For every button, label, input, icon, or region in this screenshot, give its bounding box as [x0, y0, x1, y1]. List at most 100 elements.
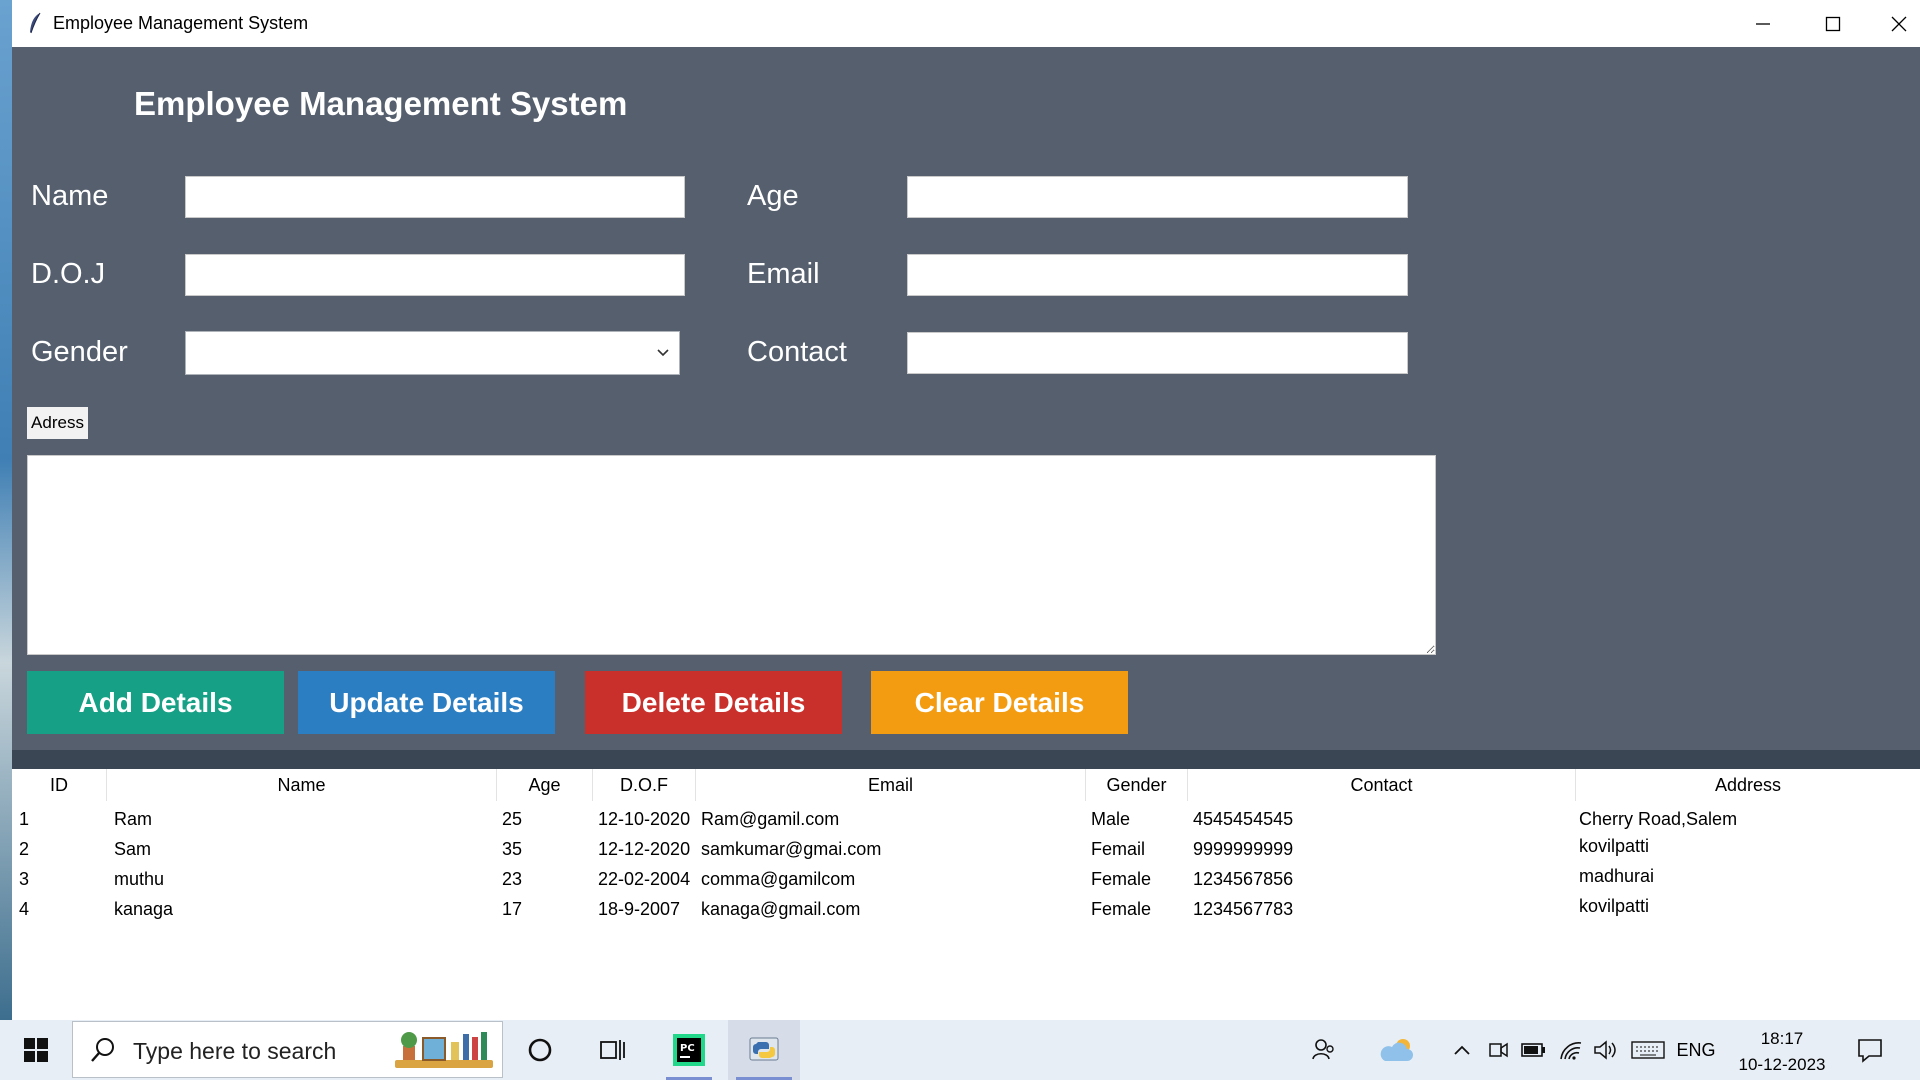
page-title: Employee Management System [134, 85, 628, 122]
close-icon [1891, 16, 1907, 31]
task-view-icon [600, 1040, 625, 1060]
gender-dropdown[interactable] [185, 331, 680, 375]
cell-age: 23 [502, 868, 523, 889]
clear-details-button[interactable]: Clear Details [871, 671, 1128, 734]
table-row[interactable]: 2 Sam 35 12-12-2020 samkumar@gmai.com Fe… [12, 834, 1920, 864]
add-details-button[interactable]: Add Details [27, 671, 284, 734]
taskbar: Type here to search PC ENG 18:17 10-12-2… [0, 1020, 1920, 1080]
maximize-button[interactable] [1798, 0, 1868, 47]
column-header-age[interactable]: Age [497, 769, 593, 801]
people-icon [1312, 1039, 1334, 1060]
cell-gender: Female [1091, 868, 1152, 889]
cell-email: kanaga@gmail.com [701, 898, 861, 919]
close-button[interactable] [1864, 0, 1920, 47]
cell-age: 25 [502, 808, 523, 829]
age-label: Age [747, 180, 799, 212]
divider [12, 750, 1920, 769]
wifi-icon [1560, 1042, 1582, 1060]
show-hidden-icons-button[interactable] [1448, 1020, 1476, 1080]
search-icon [91, 1038, 114, 1062]
table-row[interactable]: 3 muthu 23 22-02-2004 comma@gamilcom Fem… [12, 864, 1920, 894]
network-button[interactable] [1556, 1020, 1586, 1080]
cell-dof: 18-9-2007 [598, 898, 681, 919]
gender-label: Gender [31, 336, 128, 368]
employee-table[interactable]: ID Name Age D.O.F Email Gender Contact A… [12, 769, 1920, 1020]
touch-keyboard-button[interactable] [1628, 1020, 1668, 1080]
input-language[interactable]: ENG [1674, 1020, 1718, 1080]
cell-contact: 1234567783 [1193, 898, 1294, 919]
cell-id: 1 [19, 808, 30, 829]
cell-age: 17 [502, 898, 523, 919]
age-field[interactable] [907, 176, 1408, 218]
pycharm-icon: PC [673, 1034, 705, 1066]
cell-gender: Female [1091, 898, 1152, 919]
title-bar: Employee Management System [12, 0, 1920, 47]
cell-email: comma@gamilcom [701, 868, 856, 889]
clock-date: 10-12-2023 [1738, 1055, 1826, 1074]
maximize-icon [1825, 16, 1841, 31]
weather-icon [1380, 1039, 1413, 1061]
cell-age: 35 [502, 838, 523, 859]
search-placeholder: Type here to search [133, 1038, 337, 1064]
taskbar-app-pycharm[interactable]: PC [658, 1020, 720, 1080]
windows-start-icon [24, 1038, 48, 1062]
name-label: Name [31, 180, 109, 212]
meet-now-button[interactable] [1484, 1020, 1512, 1080]
table-row[interactable]: 4 kanaga 17 18-9-2007 kanaga@gmail.com F… [12, 894, 1920, 924]
table-row[interactable]: 1 Ram 25 12-10-2020 Ram@gamil.com Male 4… [12, 804, 1920, 834]
cell-name: kanaga [114, 898, 174, 919]
column-header-id[interactable]: ID [12, 769, 107, 801]
contact-field[interactable] [907, 332, 1408, 374]
cell-contact: 4545454545 [1193, 808, 1294, 829]
cell-address: Cherry Road,Salem [1579, 808, 1738, 829]
cell-address: kovilpatti [1579, 895, 1650, 916]
cell-name: Sam [114, 838, 152, 859]
battery-button[interactable] [1518, 1020, 1550, 1080]
meet-now-icon [1489, 1042, 1508, 1058]
clock-time: 18:17 [1760, 1029, 1804, 1048]
python-icon [749, 1037, 779, 1061]
doj-label: D.O.J [31, 258, 106, 290]
cell-id: 3 [19, 868, 30, 889]
cell-email: samkumar@gmai.com [701, 838, 882, 859]
app-window: Employee Management System Employee Mana… [12, 0, 1920, 1020]
notification-icon [1858, 1039, 1882, 1063]
name-field[interactable] [185, 176, 685, 218]
minimize-icon [1756, 22, 1770, 25]
column-header-dof[interactable]: D.O.F [593, 769, 696, 801]
minimize-button[interactable] [1728, 0, 1798, 47]
window-title: Employee Management System [53, 13, 309, 33]
address-textarea[interactable] [27, 455, 1436, 655]
start-button[interactable] [14, 1020, 58, 1080]
doj-field[interactable] [185, 254, 685, 296]
column-header-gender[interactable]: Gender [1086, 769, 1188, 801]
cell-name: Ram [114, 808, 153, 829]
cell-contact: 1234567856 [1193, 868, 1294, 889]
battery-icon [1521, 1043, 1545, 1057]
weather-button[interactable] [1370, 1020, 1424, 1080]
chevron-down-icon [657, 349, 669, 357]
column-header-email[interactable]: Email [696, 769, 1086, 801]
cell-address: madhurai [1579, 865, 1655, 886]
search-box[interactable]: Type here to search [72, 1021, 503, 1078]
volume-icon [1594, 1040, 1616, 1060]
notification-center-button[interactable] [1850, 1020, 1890, 1080]
people-button[interactable] [1304, 1020, 1344, 1080]
column-header-name[interactable]: Name [107, 769, 497, 801]
cortana-button[interactable] [518, 1020, 562, 1080]
column-header-address[interactable]: Address [1576, 769, 1920, 801]
contact-label: Contact [747, 336, 847, 368]
keyboard-icon [1631, 1041, 1665, 1059]
taskbar-app-python[interactable] [728, 1020, 800, 1080]
column-header-contact[interactable]: Contact [1188, 769, 1576, 801]
table-header: ID Name Age D.O.F Email Gender Contact A… [12, 769, 1920, 801]
update-details-button[interactable]: Update Details [298, 671, 555, 734]
volume-button[interactable] [1590, 1020, 1622, 1080]
clock[interactable]: 18:17 10-12-2023 [1722, 1026, 1842, 1078]
chevron-up-icon [1454, 1045, 1470, 1055]
delete-details-button[interactable]: Delete Details [585, 671, 842, 734]
email-field[interactable] [907, 254, 1408, 296]
task-view-button[interactable] [590, 1020, 634, 1080]
search-highlight-illustration [395, 1032, 493, 1068]
cell-dof: 12-10-2020 [598, 808, 691, 829]
